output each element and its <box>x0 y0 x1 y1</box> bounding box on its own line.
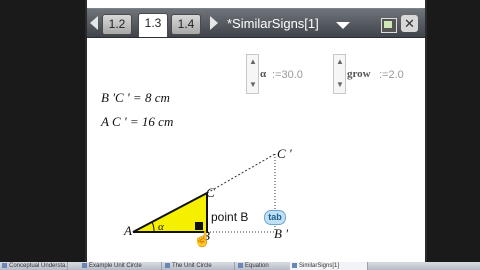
document-window: 1.2 1.3 1.4 *SimilarSigns[1] ✕ B 'C ' = … <box>85 0 427 262</box>
taskbar-item[interactable]: Example Unit Circle <box>80 262 162 270</box>
taskbar: Conceptual Understa... Example Unit Circ… <box>0 262 480 270</box>
label-alpha: α <box>158 221 164 233</box>
hand-cursor-icon: ☝ <box>193 231 212 248</box>
geometry-canvas[interactable]: B 'C ' = 8 cm A C ' = 16 cm ▲ ▼ α :=30.0… <box>87 38 425 262</box>
document-title[interactable]: *SimilarSigns[1] <box>227 15 319 32</box>
label-a[interactable]: A <box>124 223 132 239</box>
tab-badge[interactable]: tab <box>264 210 286 225</box>
label-c-prime[interactable]: C ' <box>277 146 292 162</box>
close-icon[interactable]: ✕ <box>401 15 418 32</box>
top-bar: 1.2 1.3 1.4 *SimilarSigns[1] ✕ <box>87 8 425 38</box>
dotted-line-c-cprime <box>206 153 276 194</box>
taskbar-item[interactable]: The Unit Circle <box>163 262 235 270</box>
tab-1-2[interactable]: 1.2 <box>102 14 132 35</box>
tab-1-4[interactable]: 1.4 <box>171 14 201 35</box>
chevron-down-icon[interactable] <box>336 22 350 29</box>
taskbar-item[interactable]: Equation <box>236 262 294 270</box>
triangle-figure <box>132 153 276 233</box>
point-tooltip: point B <box>211 210 249 224</box>
taskbar-item-active[interactable]: SimilarSigns[1] <box>290 262 368 270</box>
tab-scroll-left-icon[interactable] <box>90 16 98 30</box>
taskbar-item[interactable]: Conceptual Understa... <box>0 262 68 270</box>
battery-icon <box>381 18 397 33</box>
label-b-prime[interactable]: B ' <box>274 226 288 242</box>
tab-1-3[interactable]: 1.3 <box>138 13 168 37</box>
label-c[interactable]: C <box>206 185 215 201</box>
tab-scroll-right-icon[interactable] <box>210 16 218 30</box>
